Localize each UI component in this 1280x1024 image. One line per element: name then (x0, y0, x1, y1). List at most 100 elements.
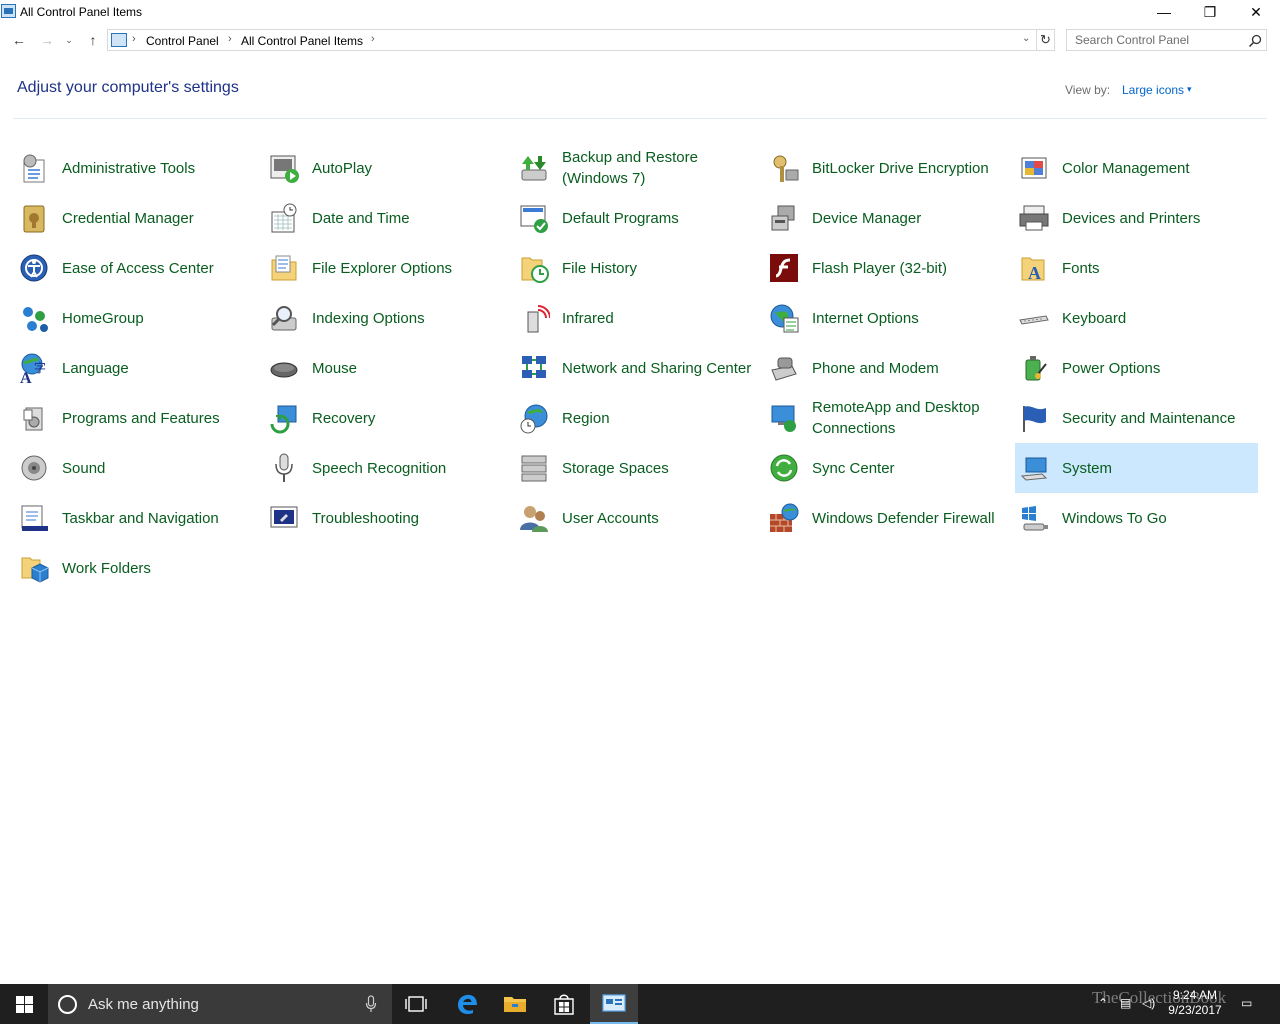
control-panel-item-indexing-options[interactable]: Indexing Options (265, 293, 508, 343)
action-center-icon[interactable]: ▭ (1241, 996, 1252, 1010)
microphone-icon[interactable] (365, 995, 377, 1013)
chevron-down-icon[interactable]: ▾ (1187, 84, 1192, 95)
control-panel-item-label: Date and Time (312, 209, 410, 227)
control-panel-item-date-and-time[interactable]: Date and Time (265, 193, 508, 243)
flash-player-icon (770, 254, 798, 282)
close-button[interactable]: ✕ (1233, 0, 1279, 24)
control-panel-item-region[interactable]: Region (515, 393, 758, 443)
control-panel-item-keyboard[interactable]: Keyboard (1015, 293, 1258, 343)
control-panel-item-default-programs[interactable]: Default Programs (515, 193, 758, 243)
header-divider (13, 118, 1267, 119)
control-panel-item-file-explorer-options[interactable]: File Explorer Options (265, 243, 508, 293)
title-bar: All Control Panel Items — ❐ ✕ (0, 0, 1280, 24)
control-panel-item-flash-player[interactable]: Flash Player (32-bit) (765, 243, 1008, 293)
backup-and-restore-icon (521, 156, 547, 181)
system-clock[interactable]: 9:24 AM 9/23/2017 (1160, 988, 1230, 1018)
control-panel-item-security-and-maintenance[interactable]: Security and Maintenance (1015, 393, 1258, 443)
control-panel-item-sound[interactable]: Sound (15, 443, 258, 493)
control-panel-item-label: Speech Recognition (312, 459, 447, 477)
internet-options-icon (770, 304, 799, 333)
show-hidden-icons-button[interactable]: ⌃ (1098, 996, 1108, 1010)
control-panel-item-language[interactable]: A 字 Language (15, 343, 258, 393)
control-panel-item-recovery[interactable]: Recovery (265, 393, 508, 443)
control-panel-item-phone-and-modem[interactable]: Phone and Modem (765, 343, 1008, 393)
breadcrumb-all-items[interactable]: All Control Panel Items (241, 34, 363, 48)
homegroup-icon (23, 307, 48, 332)
view-by-label: View by: (1065, 83, 1111, 97)
search-box[interactable] (1066, 29, 1267, 51)
task-view-button[interactable] (392, 984, 440, 1024)
file-history-icon (521, 257, 549, 283)
control-panel-item-mouse[interactable]: Mouse (265, 343, 508, 393)
control-panel-item-bitlocker-drive-encryption[interactable]: BitLocker Drive Encryption (765, 143, 1008, 193)
control-panel-item-work-folders[interactable]: Work Folders (15, 543, 258, 593)
address-dropdown-button[interactable]: ⌄ (1022, 33, 1030, 44)
up-button[interactable]: ↑ (83, 30, 103, 50)
breadcrumb-separator[interactable]: › (228, 33, 232, 45)
control-panel-item-system[interactable]: System (1015, 443, 1258, 493)
control-panel-item-label: Troubleshooting (312, 509, 420, 527)
control-panel-item-taskbar-and-navigation[interactable]: Taskbar and Navigation (15, 493, 258, 543)
control-panel-item-infrared[interactable]: Infrared (515, 293, 758, 343)
minimize-button[interactable]: — (1141, 0, 1187, 24)
cortana-search-box[interactable]: Ask me anything (48, 984, 392, 1024)
volume-icon[interactable]: ◁) (1142, 996, 1155, 1010)
control-panel-item-label: Language (62, 359, 129, 377)
svg-text:A: A (20, 370, 32, 384)
control-panel-item-devices-and-printers[interactable]: Devices and Printers (1015, 193, 1258, 243)
control-panel-item-administrative-tools[interactable]: Administrative Tools (15, 143, 258, 193)
restore-button[interactable]: ❐ (1187, 0, 1233, 24)
breadcrumb-separator[interactable]: › (371, 33, 375, 45)
control-panel-item-backup-and-restore[interactable]: Backup and Restore (Windows 7) (515, 143, 758, 193)
control-panel-item-color-management[interactable]: Color Management (1015, 143, 1258, 193)
page-title: Adjust your computer's settings (17, 79, 239, 96)
control-panel-item-homegroup[interactable]: HomeGroup (15, 293, 258, 343)
control-panel-item-speech-recognition[interactable]: Speech Recognition (265, 443, 508, 493)
control-panel-item-storage-spaces[interactable]: Storage Spaces (515, 443, 758, 493)
breadcrumb-control-panel[interactable]: Control Panel (146, 34, 219, 48)
back-button[interactable]: ← (9, 30, 29, 50)
control-panel-item-label: RemoteApp and Desktop Connections (812, 399, 980, 437)
control-panel-item-windows-to-go[interactable]: Windows To Go (1015, 493, 1258, 543)
control-panel-taskbar-button[interactable] (590, 984, 638, 1024)
clock-date: 9/23/2017 (1168, 1003, 1222, 1017)
control-panel-item-fonts[interactable]: A Fonts (1015, 243, 1258, 293)
control-panel-item-label: HomeGroup (62, 309, 144, 327)
view-by-dropdown[interactable]: Large icons (1122, 83, 1184, 97)
control-panel-item-label: Mouse (312, 359, 358, 377)
control-panel-item-label: AutoPlay (312, 159, 373, 177)
control-panel-item-remoteapp-and-desktop-connections[interactable]: RemoteApp and Desktop Connections (765, 393, 1008, 443)
control-panel-item-user-accounts[interactable]: User Accounts (515, 493, 758, 543)
devices-and-printers-icon (1019, 205, 1049, 231)
control-panel-item-autoplay[interactable]: AutoPlay (265, 143, 508, 193)
control-panel-item-network-and-sharing-center[interactable]: Network and Sharing Center (515, 343, 758, 393)
control-panel-item-credential-manager[interactable]: Credential Manager (15, 193, 258, 243)
control-panel-item-device-manager[interactable]: Device Manager (765, 193, 1008, 243)
control-panel-item-label: Default Programs (562, 209, 679, 227)
navigation-bar: ← → ⌄ ↑ › Control Panel › All Control Pa… (0, 26, 1280, 54)
control-panel-item-label: User Accounts (562, 509, 659, 527)
search-input[interactable] (1067, 30, 1242, 50)
control-panel-item-sync-center[interactable]: Sync Center (765, 443, 1008, 493)
control-panel-item-internet-options[interactable]: Internet Options (765, 293, 1008, 343)
control-panel-icon (602, 994, 626, 1012)
control-panel-item-ease-of-access-center[interactable]: Ease of Access Center (15, 243, 258, 293)
system-icon (1020, 457, 1048, 481)
network-icon[interactable]: ▤ (1120, 996, 1131, 1010)
storage-spaces-icon (521, 455, 547, 482)
refresh-button[interactable]: ↻ (1037, 29, 1055, 51)
edge-taskbar-button[interactable] (443, 984, 491, 1024)
file-explorer-taskbar-button[interactable] (491, 984, 539, 1024)
search-icon[interactable] (1247, 33, 1263, 49)
control-panel-item-power-options[interactable]: Power Options (1015, 343, 1258, 393)
breadcrumb-separator[interactable]: › (132, 33, 136, 45)
recent-locations-button[interactable]: ⌄ (62, 30, 76, 50)
store-taskbar-button[interactable] (540, 984, 588, 1024)
control-panel-item-programs-and-features[interactable]: Programs and Features (15, 393, 258, 443)
start-button[interactable] (0, 984, 48, 1024)
control-panel-item-windows-defender-firewall[interactable]: Windows Defender Firewall (765, 493, 1008, 543)
control-panel-item-file-history[interactable]: File History (515, 243, 758, 293)
forward-button[interactable]: → (37, 30, 57, 50)
control-panel-item-troubleshooting[interactable]: Troubleshooting (265, 493, 508, 543)
address-bar[interactable]: › Control Panel › All Control Panel Item… (107, 29, 1037, 51)
